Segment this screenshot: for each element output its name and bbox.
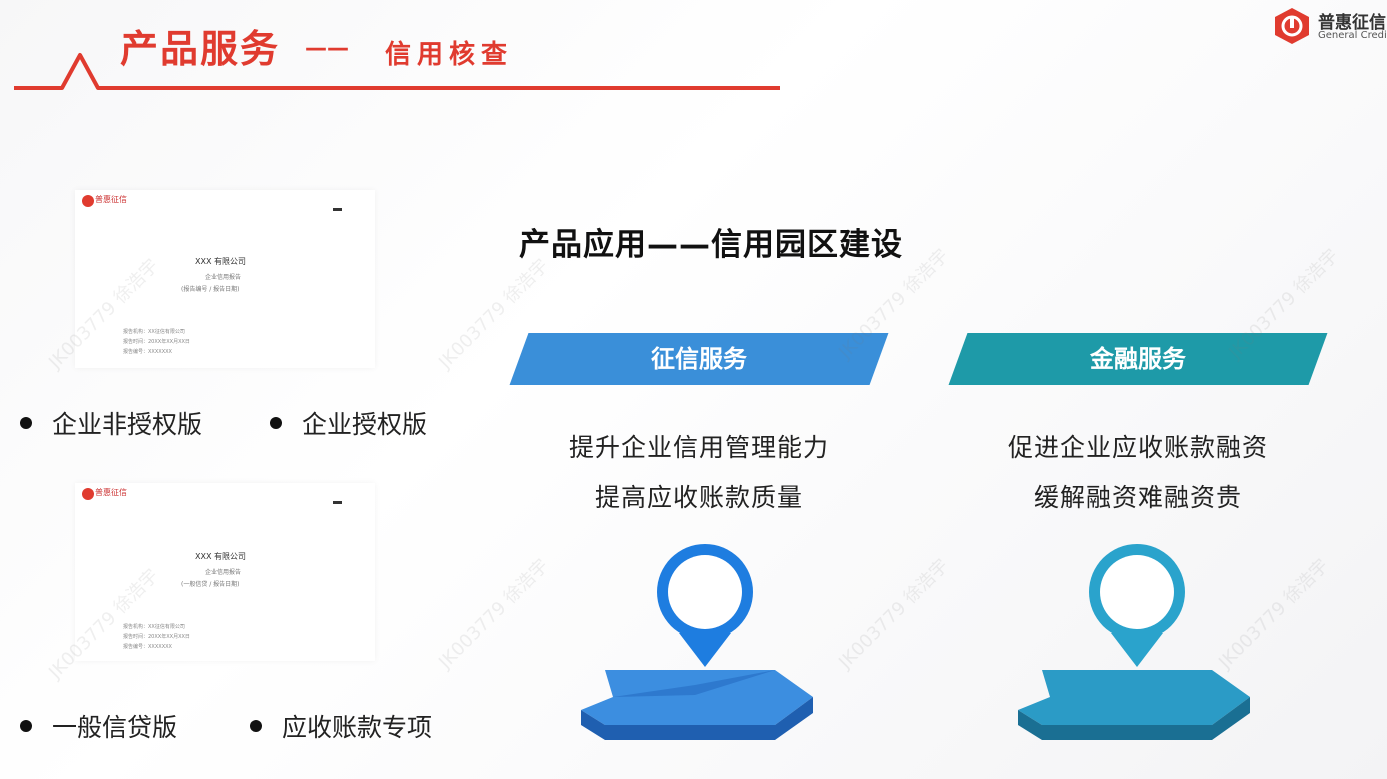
bullet-dot-icon [20,720,32,732]
doc-line: 报告机构：XX征信有限公司 [123,624,185,630]
doc-brand: 普惠征信 [95,488,127,497]
doc-report-type: 企业信用报告 [205,569,242,576]
credit-desc-line: 提高应收账款质量 [594,483,803,512]
report-thumbnail-credit[interactable]: 普惠征信 XXX 有限公司 企业信用报告 (一般信贷 / 报告日期) 报告机构：… [75,483,375,661]
credit-service-label: 征信服务 [651,345,747,373]
brand-logo-icon [1275,8,1309,44]
doc-meta: (报告编号 / 报告日期) [181,286,240,293]
doc-report-type: 企业信用报告 [205,274,242,281]
doc-line: 报告机构：XX征信有限公司 [123,329,185,335]
bullet-dot-icon [270,417,282,429]
mini-logo-icon [82,195,94,207]
bullet-label: 一般信贷版 [52,713,178,742]
watermark: JK003779 徐浩宇 [834,555,953,673]
section-title: 产品应用——信用园区建设 [519,227,903,263]
finance-desc-line: 促进企业应收账款融资 [1007,433,1268,462]
location-pin-icon [581,544,813,740]
watermark: JK003779 徐浩宇 [434,555,553,673]
bullet-label: 应收账款专项 [282,713,433,742]
bullet-unauthorized: 企业非授权版 [20,405,202,441]
doc-mark [333,501,342,504]
doc-brand: 普惠征信 [95,195,127,204]
finance-desc-line: 缓解融资难融资贵 [1033,483,1242,512]
doc-line: 报告编号：XXXXXXX [123,349,172,355]
doc-company: XXX 有限公司 [195,552,246,561]
doc-line: 报告编号：XXXXXXX [123,644,172,650]
bullet-receivables: 应收账款专项 [250,708,432,744]
doc-company: XXX 有限公司 [195,257,246,266]
bullet-dot-icon [20,417,32,429]
finance-service-label: 金融服务 [1090,345,1186,373]
brand-english: General Credit [1318,30,1387,41]
location-pin-icon [1018,544,1250,740]
doc-line: 报告时间：20XX年XX月XX日 [123,339,190,345]
brand-logo: 普惠征信 General Credit [1272,6,1387,46]
doc-meta: (一般信贷 / 报告日期) [181,581,240,588]
mini-logo-icon [82,488,94,500]
heartbeat-line-icon [14,53,780,90]
bullet-general-credit: 一般信贷版 [20,708,177,744]
bullet-authorized: 企业授权版 [270,405,427,441]
bullet-label: 企业授权版 [302,410,428,439]
doc-mark [333,208,342,211]
doc-line: 报告时间：20XX年XX月XX日 [123,634,190,640]
bullet-dot-icon [250,720,262,732]
credit-desc-line: 提升企业信用管理能力 [568,433,829,462]
bullet-label: 企业非授权版 [52,410,203,439]
